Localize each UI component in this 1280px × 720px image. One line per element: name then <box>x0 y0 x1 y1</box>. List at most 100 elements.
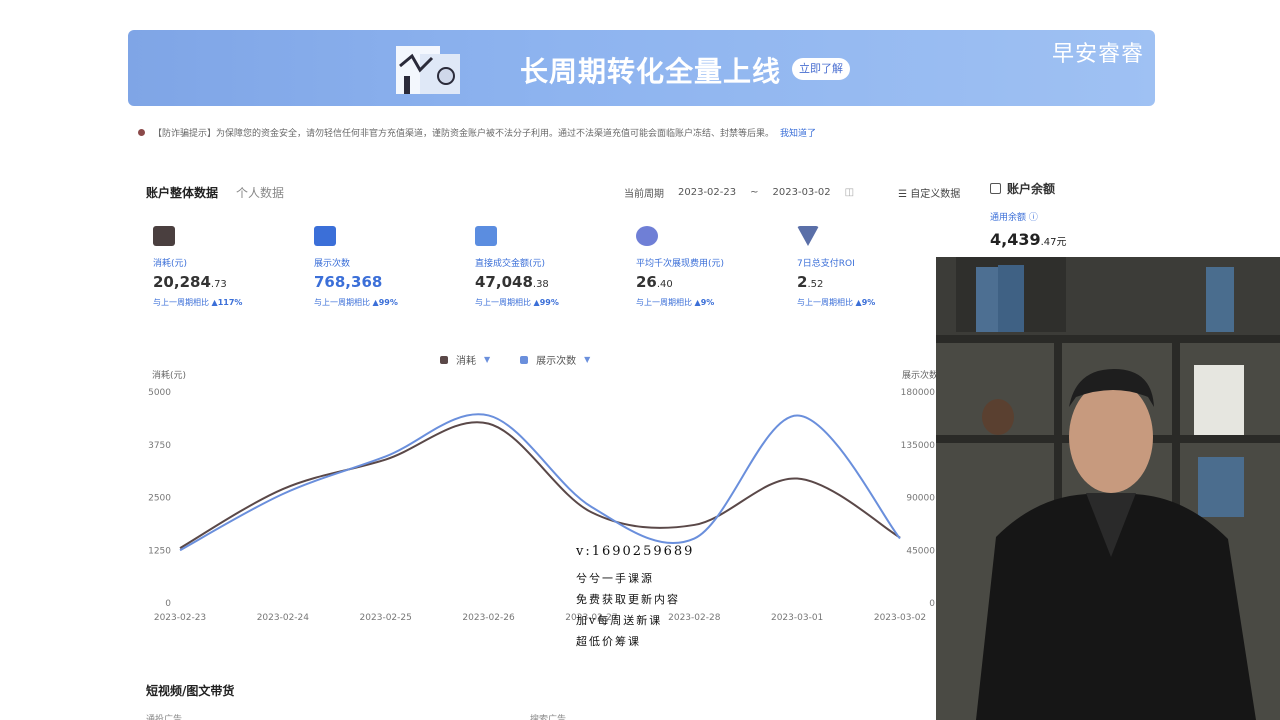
left-axis-title: 消耗(元) <box>152 371 187 381</box>
left-tick-label: 5000 <box>148 388 171 398</box>
metric-label: 消耗(元) <box>153 259 188 269</box>
custom-data-button[interactable]: ☰ 自定义数据 <box>898 185 960 200</box>
legend-swatch <box>440 355 448 364</box>
banner-headline: 长周期转化全量上线 <box>520 55 782 88</box>
right-tick-label: 45000 <box>906 546 935 556</box>
series-line-1 <box>179 413 901 552</box>
metric-value: 768,368 <box>314 273 464 291</box>
roi-icon <box>797 226 819 246</box>
metric-value-int: 47,048 <box>475 273 533 291</box>
metric-change: ▲117% <box>211 298 243 307</box>
banner-illustration <box>396 46 460 94</box>
metric-compare-label: 与上一周期相比 <box>797 298 853 307</box>
period-separator: ~ <box>750 187 759 198</box>
metric-card-spend[interactable]: 消耗(元) 20,284.73 与上一周期相比 ▲117% <box>153 226 303 308</box>
metric-card-impressions[interactable]: 展示次数 768,368 与上一周期相比 ▲99% <box>314 226 464 308</box>
section-sub-left[interactable]: 通投广告 <box>146 712 182 720</box>
chevron-down-icon[interactable]: ▼ <box>484 355 490 364</box>
chart-legend: 消耗 ▼ 展示次数 ▼ <box>440 352 590 367</box>
balance-label-text: 通用余额 <box>990 213 1027 223</box>
metric-compare-label: 与上一周期相比 <box>636 298 692 307</box>
right-tick-label: 0 <box>929 599 935 609</box>
left-tick-label: 1250 <box>148 546 171 556</box>
metric-value-int: 20,284 <box>153 273 211 291</box>
channel-watermark: 早安睿睿 <box>1052 42 1145 67</box>
legend-item-impressions[interactable]: 展示次数 ▼ <box>520 352 590 367</box>
overlay-line-5: 超低价筹课 <box>576 635 641 648</box>
x-tick-label: 2023-03-02 <box>874 613 926 623</box>
legend-label: 展示次数 <box>536 356 577 367</box>
metric-value: 47,048.38 <box>475 273 625 291</box>
x-tick-label: 2023-02-23 <box>154 613 206 623</box>
metric-change: ▲99% <box>533 298 559 307</box>
metric-label: 平均千次展现费用(元) <box>636 259 725 269</box>
section-title: 短视频/图文带货 <box>146 684 235 698</box>
balance-value: 4,439.47元 <box>990 230 1067 249</box>
metric-compare-label: 与上一周期相比 <box>153 298 209 307</box>
metric-change: ▲99% <box>372 298 398 307</box>
series-line-0 <box>179 421 901 550</box>
metric-compare-label: 与上一周期相比 <box>475 298 531 307</box>
tab-personal-data[interactable]: 个人数据 <box>236 184 284 201</box>
metric-change: ▲9% <box>694 298 715 307</box>
metric-label: 展示次数 <box>314 259 351 269</box>
banner-cta-button[interactable]: 立即了解 <box>792 58 850 80</box>
metric-compare: 与上一周期相比 ▲9% <box>797 297 947 308</box>
left-tick-label: 0 <box>165 599 171 609</box>
fraud-notice: 【防诈骗提示】为保障您的资金安全，请勿轻信任何非官方充值渠道，谨防资金账户被不法… <box>138 126 816 139</box>
chevron-down-icon[interactable]: ▼ <box>584 355 590 364</box>
right-axis-title: 展示次数 <box>902 371 939 381</box>
balance-label: 通用余额 ⓘ <box>990 213 1038 223</box>
metric-value-dec: .38 <box>532 279 549 290</box>
metric-label: 直接成交金额(元) <box>475 259 546 269</box>
x-tick-label: 2023-02-28 <box>668 613 721 623</box>
overlay-line-1: v:1690259689 <box>576 544 695 559</box>
metric-value: 20,284.73 <box>153 273 303 291</box>
metric-value: 26.40 <box>636 273 786 291</box>
metric-value-dec: .40 <box>656 279 673 290</box>
balance-icon <box>990 183 1001 194</box>
promo-banner[interactable]: 长周期转化全量上线 立即了解 <box>128 30 1155 106</box>
x-tick-label: 2023-02-24 <box>257 613 310 623</box>
balance-title-text: 账户余额 <box>1007 182 1056 196</box>
metric-compare: 与上一周期相比 ▲99% <box>475 297 625 308</box>
x-tick-label: 2023-03-01 <box>771 613 823 623</box>
metric-compare: 与上一周期相比 ▲117% <box>153 297 303 308</box>
notice-text: 【防诈骗提示】为保障您的资金安全，请勿轻信任何非官方充值渠道，谨防资金账户被不法… <box>153 129 775 139</box>
notice-dot-icon <box>138 129 145 136</box>
balance-value-dec: .47元 <box>1040 237 1067 248</box>
metric-card-cpm[interactable]: 平均千次展现费用(元) 26.40 与上一周期相比 ▲9% <box>636 226 786 308</box>
right-tick-label: 135000 <box>901 441 936 451</box>
metric-value-dec: .73 <box>210 279 227 290</box>
metric-value: 2.52 <box>797 273 947 291</box>
metric-change: ▲9% <box>855 298 876 307</box>
custom-data-label: 自定义数据 <box>910 189 961 200</box>
balance-value-int: 4,439 <box>990 230 1041 249</box>
period-selector: 当前周期 2023-02-23 ~ 2023-03-02 ◫ ☰ 自定义数据 <box>624 185 960 200</box>
left-tick-label: 3750 <box>148 441 171 451</box>
legend-swatch <box>520 355 529 364</box>
cpm-icon <box>636 226 658 246</box>
tab-account-data[interactable]: 账户整体数据 <box>146 184 218 201</box>
calendar-icon[interactable]: ◫ <box>845 187 854 198</box>
play-icon <box>314 226 336 246</box>
x-tick-label: 2023-02-26 <box>462 613 515 623</box>
wallet-icon <box>153 226 175 246</box>
period-end[interactable]: 2023-03-02 <box>773 187 831 198</box>
legend-item-spend[interactable]: 消耗 ▼ <box>440 352 490 367</box>
metric-value-int: 768,368 <box>314 273 383 291</box>
overlay-line-4: 加v每周送新课 <box>576 614 663 627</box>
notice-dismiss-link[interactable]: 我知道了 <box>780 126 816 139</box>
webcam-scene-image <box>936 257 1280 720</box>
webcam-overlay <box>936 257 1280 720</box>
metric-value-dec: .52 <box>807 279 824 290</box>
metric-card-gmv[interactable]: 直接成交金额(元) 47,048.38 与上一周期相比 ▲99% <box>475 226 625 308</box>
left-tick-label: 2500 <box>148 494 171 504</box>
section-sub-right[interactable]: 搜索广告 <box>530 712 566 720</box>
right-tick-label: 180000 <box>901 388 936 398</box>
period-start[interactable]: 2023-02-23 <box>678 187 736 198</box>
metric-value-int: 26 <box>636 273 657 291</box>
money-icon <box>475 226 497 246</box>
data-tabs: 账户整体数据 个人数据 <box>146 184 284 201</box>
metric-card-roi[interactable]: 7日总支付ROI 2.52 与上一周期相比 ▲9% <box>797 226 947 308</box>
